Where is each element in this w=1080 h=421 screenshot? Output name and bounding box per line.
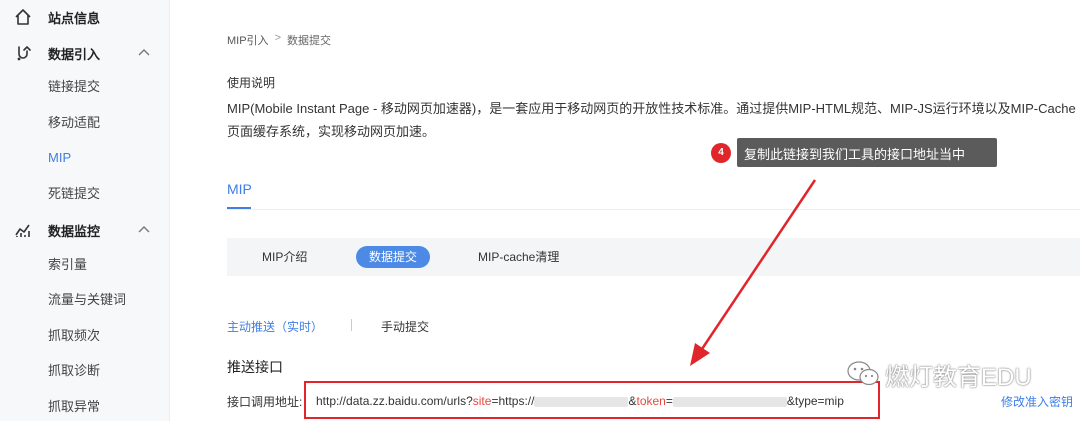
breadcrumb-current: 数据提交: [287, 35, 331, 47]
url-site-eq: =https://: [491, 394, 535, 408]
breadcrumb: MIP引入 > 数据提交: [227, 32, 331, 48]
url-label: 接口调用地址:: [227, 395, 303, 409]
url-token-eq: =: [665, 394, 673, 408]
url-prefix: http://data.zz.baidu.com/urls?: [316, 394, 473, 408]
sidebar-group-label: 数据引入: [48, 46, 101, 62]
tab-divider: [227, 209, 1080, 210]
sidebar: 站点信息 数据引入 链接提交 移动适配 MIP 死链提交 数据监控 索引量 流量…: [0, 0, 170, 421]
redacted-token: [672, 396, 787, 407]
sidebar-group-label: 数据监控: [48, 223, 101, 239]
sidebar-item-mobile-adapt[interactable]: 移动适配: [48, 113, 100, 133]
chevron-up-icon[interactable]: [137, 224, 151, 234]
chevron-up-icon[interactable]: [137, 47, 151, 57]
data-import-icon: [17, 46, 31, 61]
annotation-step-badge: 4: [711, 143, 731, 163]
wechat-icon: [847, 361, 879, 386]
url-type: &type=mip: [786, 394, 844, 408]
data-monitor-icon: [15, 224, 30, 237]
sidebar-item-index-volume[interactable]: 索引量: [48, 255, 87, 275]
sidebar-item-traffic-keywords[interactable]: 流量与关键词: [48, 290, 126, 310]
push-mode-separator: [351, 319, 352, 331]
sidebar-group-label: 站点信息: [48, 10, 101, 26]
url-site-key: site: [472, 394, 492, 408]
breadcrumb-separator: >: [274, 32, 281, 44]
sidebar-item-dead-link[interactable]: 死链提交: [48, 184, 100, 204]
sidebar-item-crawl-exception[interactable]: 抓取异常: [48, 397, 100, 417]
annotation-text: 复制此链接到我们工具的接口地址当中: [744, 147, 966, 162]
push-url[interactable]: http://data.zz.baidu.com/urls?site=https…: [316, 394, 844, 408]
push-section-title: 推送接口: [227, 359, 283, 375]
push-mode-auto[interactable]: 主动推送（实时）: [227, 318, 323, 335]
watermark: 燃灯教育EDU: [845, 356, 1032, 392]
usage-text: MIP(Mobile Instant Page - 移动网页加速器)，是一套应用…: [227, 101, 1076, 139]
url-token-key: token: [636, 394, 666, 408]
breadcrumb-parent[interactable]: MIP引入: [227, 32, 269, 48]
redacted-site: [534, 396, 629, 407]
watermark-text: 燃灯教育EDU: [885, 363, 1032, 391]
subtab-data-submit[interactable]: 数据提交: [356, 246, 431, 268]
sidebar-item-link-submit[interactable]: 链接提交: [48, 77, 100, 97]
subtab-mip-cache-clean[interactable]: MIP-cache清理: [478, 246, 559, 268]
tab-mip[interactable]: MIP: [227, 181, 252, 197]
sidebar-group-data-import[interactable]: 数据引入: [0, 36, 170, 70]
annotation-tooltip: 复制此链接到我们工具的接口地址当中: [737, 138, 997, 167]
sidebar-group-site-info[interactable]: 站点信息: [0, 0, 170, 34]
home-icon: [15, 9, 31, 25]
sidebar-group-data-monitor[interactable]: 数据监控: [0, 213, 170, 247]
sidebar-item-mip[interactable]: MIP: [48, 148, 71, 168]
edit-access-key-link[interactable]: 修改准入密钥: [1001, 393, 1073, 410]
sidebar-item-crawl-diagnosis[interactable]: 抓取诊断: [48, 361, 100, 381]
usage-title: 使用说明: [227, 76, 276, 90]
annotation-highlight-box: http://data.zz.baidu.com/urls?site=https…: [304, 381, 880, 419]
sidebar-item-crawl-frequency[interactable]: 抓取频次: [48, 326, 100, 346]
subtab-bar: MIP介绍 数据提交 MIP-cache清理: [227, 238, 1080, 276]
subtab-mip-intro[interactable]: MIP介绍: [262, 246, 307, 268]
push-mode-manual[interactable]: 手动提交: [381, 318, 429, 335]
